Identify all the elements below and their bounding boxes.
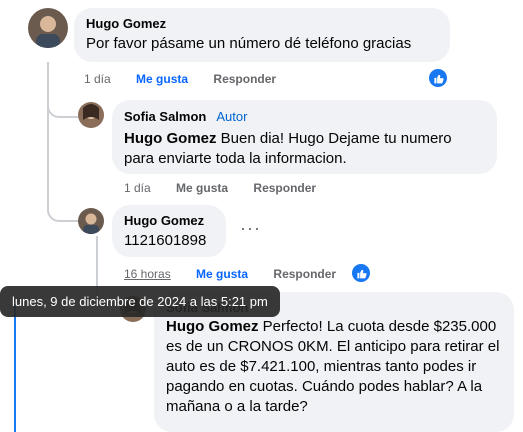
comment-header: Sofia Salmon Autor xyxy=(124,108,485,126)
mention-link[interactable]: Hugo Gomez xyxy=(166,318,259,335)
like-button[interactable]: Me gusta xyxy=(176,181,228,195)
comment-bubble: Hugo Gomez 1121601898 xyxy=(112,205,226,257)
like-reaction-icon[interactable] xyxy=(429,69,447,87)
like-reaction-icon[interactable] xyxy=(352,264,370,282)
comment-author[interactable]: Hugo Gomez xyxy=(124,213,214,228)
comment-text: 1121601898 xyxy=(124,232,207,249)
thread-line-left-edge xyxy=(14,306,16,432)
comment-text: Hugo Gomez Perfecto! La cuota desde $235… xyxy=(166,317,502,417)
comment-bubble: Hugo Gomez Por favor pásame un número dé… xyxy=(74,8,450,62)
mention-link[interactable]: Hugo Gomez xyxy=(124,130,217,147)
thread-curve-reply-2 xyxy=(47,190,79,222)
comment-text: Por favor pásame un número dé teléfono g… xyxy=(86,35,412,52)
thread-curve-reply-1 xyxy=(47,86,79,118)
reply-button[interactable]: Responder xyxy=(273,267,336,281)
comment-actions: 16 horas Me gusta Responder xyxy=(124,267,358,281)
like-button[interactable]: Me gusta xyxy=(136,72,188,86)
like-button[interactable]: Me gusta xyxy=(196,267,248,281)
avatar[interactable] xyxy=(28,8,68,48)
author-badge: Autor xyxy=(216,109,248,124)
comment-bubble: Sofia Salmon Autor Hugo Gomez Buen dia! H… xyxy=(112,100,497,174)
comment-actions: 1 día Me gusta Responder xyxy=(124,181,338,195)
reply-button[interactable]: Responder xyxy=(253,181,316,195)
timestamp-tooltip: lunes, 9 de diciembre de 2024 a las 5:21… xyxy=(0,286,280,317)
comment-time[interactable]: 1 día xyxy=(124,181,151,195)
comment-author[interactable]: Hugo Gomez xyxy=(86,16,438,31)
comment-author[interactable]: Sofia Salmon xyxy=(124,109,206,124)
comment-time[interactable]: 1 día xyxy=(84,72,111,86)
avatar[interactable] xyxy=(78,208,104,234)
more-options-icon[interactable]: ··· xyxy=(240,218,261,239)
comment-time[interactable]: 16 horas xyxy=(124,267,171,281)
avatar[interactable] xyxy=(78,102,104,128)
comment-actions: 1 día Me gusta Responder xyxy=(84,72,298,86)
comment-text: Hugo Gomez Buen dia! Hugo Dejame tu nume… xyxy=(124,129,485,169)
reply-button[interactable]: Responder xyxy=(213,72,276,86)
